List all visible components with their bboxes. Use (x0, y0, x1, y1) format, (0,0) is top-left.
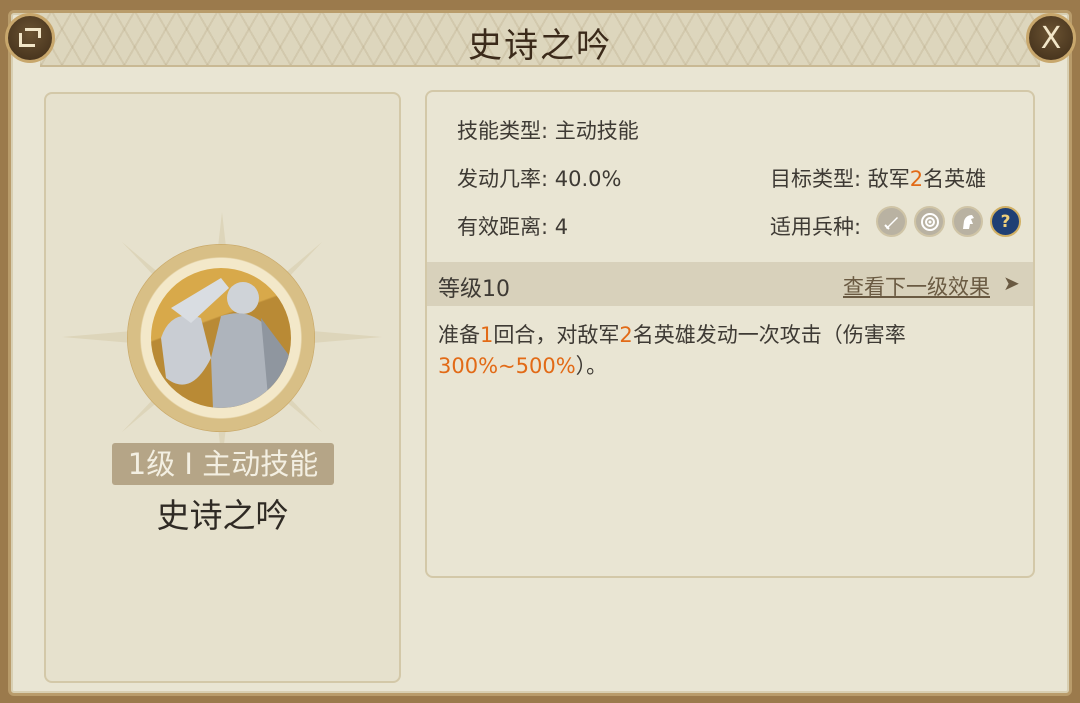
target-icon[interactable] (914, 206, 945, 237)
range-label: 有效距离: (457, 215, 549, 239)
share-button[interactable] (5, 13, 55, 63)
troop-type-label: 适用兵种: (770, 215, 862, 239)
desc-part-4: ）。 (575, 354, 608, 378)
trigger-rate-value: 40.0% (554, 167, 622, 191)
desc-target-count: 2 (619, 323, 633, 347)
question-icon[interactable]: ? (990, 206, 1021, 237)
target-type-row: 目标类型: 敌军2名英雄 (770, 163, 986, 193)
trigger-rate-label: 发动几率: (457, 167, 549, 191)
chevron-right-icon[interactable]: ➤ (1003, 271, 1020, 295)
target-suffix: 名英雄 (923, 167, 987, 191)
warrior-icon (161, 278, 291, 408)
desc-part-3: 名英雄发动一次攻击（伤害率 (632, 323, 906, 347)
close-button[interactable]: X (1026, 13, 1076, 63)
sword-icon[interactable] (876, 206, 907, 237)
skill-name: 史诗之吟 (156, 496, 289, 535)
troop-type-row: 适用兵种: (770, 211, 861, 241)
horse-icon[interactable] (952, 206, 983, 237)
trigger-rate-row: 发动几率: 40.0% (457, 163, 621, 193)
desc-part-1: 准备 (438, 323, 480, 347)
desc-part-2: 回合，对敌军 (493, 323, 620, 347)
close-icon: X (1040, 20, 1062, 56)
troop-icons: ? (876, 206, 1021, 238)
target-type-label: 目标类型: (770, 167, 862, 191)
skill-type-row: 技能类型: 主动技能 (457, 115, 639, 145)
range-row: 有效距离: 4 (457, 211, 568, 241)
skill-type-label: 技能类型: (457, 119, 549, 143)
skill-description: 准备1回合，对敌军2名英雄发动一次攻击（伤害率 300%~500%）。 (438, 320, 1018, 382)
share-icon (19, 28, 41, 48)
range-value: 4 (554, 215, 569, 239)
skill-medal (127, 244, 315, 432)
skill-icon-portrait (151, 268, 291, 408)
skill-type-value: 主动技能 (554, 119, 639, 143)
target-prefix: 敌军 (867, 167, 910, 191)
page-title: 史诗之吟 (468, 26, 612, 66)
desc-rounds: 1 (480, 323, 494, 347)
desc-damage-range: 300%~500% (438, 354, 576, 378)
level-label: 等级10 (438, 277, 510, 302)
skill-level-badge: 1级 I 主动技能 (112, 443, 334, 485)
target-count: 2 (909, 167, 924, 191)
next-level-link[interactable]: 查看下一级效果 (843, 271, 990, 301)
